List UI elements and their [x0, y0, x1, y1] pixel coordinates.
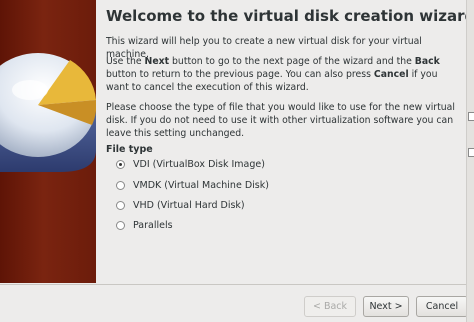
- navigation-help-text: Use the Next button to go to the next pa…: [106, 56, 440, 93]
- disk-wizard-dialog: Welcome to the virtual disk creation wiz…: [0, 0, 474, 322]
- radio-parallels[interactable]: Parallels: [116, 220, 173, 231]
- radio-indicator[interactable]: [116, 181, 125, 190]
- radio-label-vmdk: VMDK (Virtual Machine Disk): [133, 180, 269, 191]
- radio-indicator[interactable]: [116, 221, 125, 230]
- background-window-checkbox-icon: [468, 112, 474, 121]
- disk-illustration-icon: [0, 53, 96, 172]
- radio-vdi[interactable]: VDI (VirtualBox Disk Image): [116, 159, 265, 170]
- radio-vhd[interactable]: VHD (Virtual Hard Disk): [116, 200, 245, 211]
- radio-label-vhd: VHD (Virtual Hard Disk): [133, 200, 245, 211]
- radio-indicator[interactable]: [116, 160, 125, 169]
- file-type-label: File type: [106, 144, 153, 155]
- radio-label-vdi: VDI (VirtualBox Disk Image): [133, 159, 265, 170]
- radio-vmdk[interactable]: VMDK (Virtual Machine Disk): [116, 180, 269, 191]
- background-window-edge: [466, 0, 474, 322]
- background-window-checkbox-icon: [468, 148, 474, 157]
- wizard-title: Welcome to the virtual disk creation wiz…: [106, 7, 474, 25]
- back-button[interactable]: < Back: [304, 296, 356, 317]
- next-button[interactable]: Next >: [363, 296, 409, 317]
- button-divider: [0, 284, 474, 285]
- cancel-button[interactable]: Cancel: [416, 296, 468, 317]
- radio-label-parallels: Parallels: [133, 220, 173, 231]
- wizard-side-banner: [0, 0, 96, 283]
- radio-indicator[interactable]: [116, 201, 125, 210]
- file-type-help-text: Please choose the type of file that you …: [106, 102, 455, 139]
